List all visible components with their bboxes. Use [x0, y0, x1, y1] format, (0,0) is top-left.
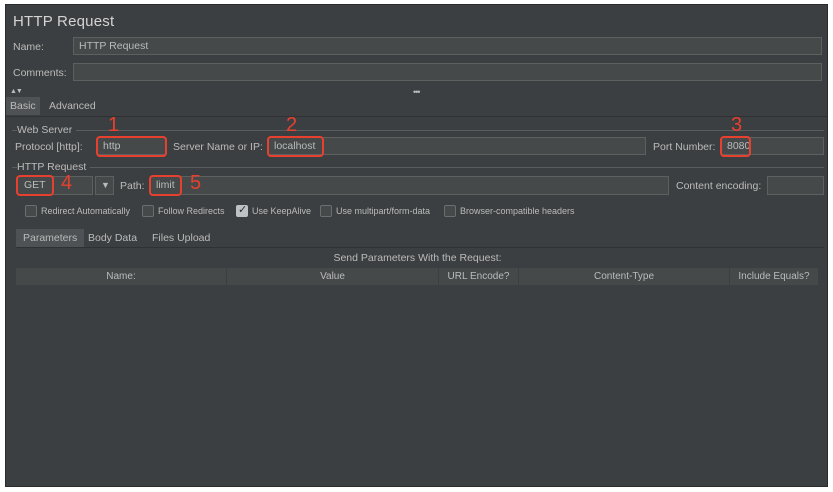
- method-dropdown-button[interactable]: ▼: [95, 176, 114, 195]
- subtab-divider: [16, 247, 824, 248]
- annotation-number-2: 2: [286, 114, 298, 136]
- annotation-box-protocol: [96, 136, 167, 157]
- follow-redirects-checkbox[interactable]: [142, 205, 154, 217]
- splitter-grip-icon[interactable]: •••: [413, 87, 421, 97]
- annotation-number-3: 3: [731, 114, 743, 136]
- tab-parameters[interactable]: Parameters: [16, 229, 85, 247]
- use-multipart-checkbox[interactable]: [320, 205, 332, 217]
- redirect-automatically-checkbox[interactable]: [25, 205, 37, 217]
- tab-advanced[interactable]: Advanced: [45, 97, 100, 115]
- annotation-box-method: [16, 175, 54, 196]
- path-label: Path:: [120, 180, 145, 192]
- port-number-label: Port Number:: [653, 141, 716, 153]
- column-header-name[interactable]: Name:: [16, 268, 227, 285]
- name-label: Name:: [13, 41, 44, 53]
- path-field[interactable]: limit: [150, 176, 669, 195]
- column-header-value[interactable]: Value: [227, 268, 439, 285]
- chevron-down-icon: ▼: [101, 180, 110, 190]
- use-keepalive-label: Use KeepAlive: [252, 206, 312, 216]
- column-header-url-encode[interactable]: URL Encode?: [439, 268, 519, 285]
- web-server-group-title: Web Server: [17, 124, 77, 136]
- splitter-collapse-icon[interactable]: ▲▼: [10, 88, 23, 95]
- column-header-content-type[interactable]: Content-Type: [519, 268, 730, 285]
- http-request-group-title: HTTP Request: [17, 161, 91, 173]
- annotation-number-1: 1: [108, 114, 120, 136]
- annotation-box-server: [267, 136, 324, 157]
- content-encoding-label: Content encoding:: [676, 180, 762, 192]
- browser-compatible-headers-label: Browser-compatible headers: [460, 206, 575, 216]
- name-field[interactable]: HTTP Request: [73, 37, 822, 55]
- use-multipart-label: Use multipart/form-data: [336, 206, 431, 216]
- annotation-box-path: [149, 175, 182, 196]
- annotation-number-5: 5: [190, 172, 202, 194]
- web-server-group-line: [12, 130, 824, 131]
- redirect-automatically-label: Redirect Automatically: [41, 206, 131, 216]
- content-encoding-field[interactable]: [767, 176, 824, 195]
- http-request-group-line: [12, 167, 824, 168]
- params-caption: Send Parameters With the Request:: [333, 252, 502, 264]
- comments-field[interactable]: [73, 63, 822, 81]
- params-table-body[interactable]: [16, 285, 818, 480]
- use-keepalive-checkbox[interactable]: [236, 203, 248, 217]
- protocol-label: Protocol [http]:: [15, 141, 83, 153]
- tab-files-upload[interactable]: Files Upload: [148, 229, 214, 247]
- server-name-field[interactable]: localhost: [268, 137, 646, 155]
- http-request-panel: HTTP Request Name: HTTP Request Comments…: [5, 4, 828, 487]
- panel-title: HTTP Request: [13, 13, 115, 30]
- server-name-label: Server Name or IP:: [173, 141, 263, 153]
- browser-compatible-headers-checkbox[interactable]: [444, 205, 456, 217]
- column-header-include-equals[interactable]: Include Equals?: [730, 268, 818, 285]
- comments-label: Comments:: [13, 67, 67, 79]
- annotation-number-4: 4: [61, 172, 73, 194]
- follow-redirects-label: Follow Redirects: [158, 206, 225, 216]
- tab-basic[interactable]: Basic: [6, 97, 40, 115]
- tab-divider: [6, 116, 827, 117]
- tab-body-data[interactable]: Body Data: [84, 229, 141, 247]
- annotation-box-port: [720, 136, 751, 157]
